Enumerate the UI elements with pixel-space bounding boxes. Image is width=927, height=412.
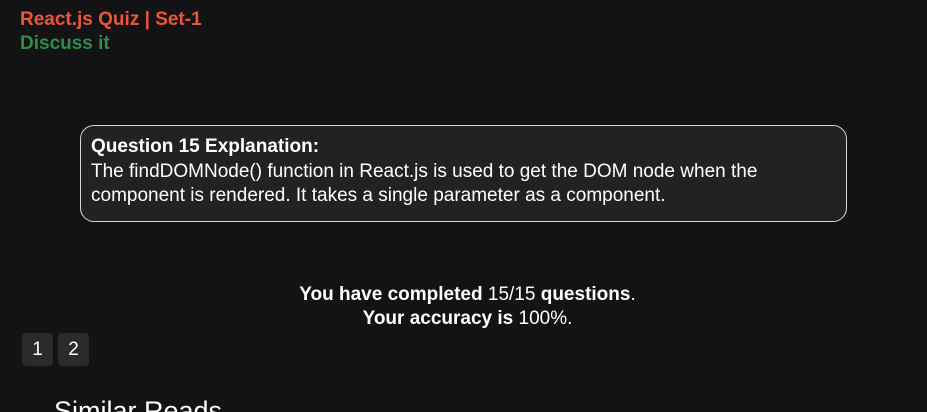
page-button-2[interactable]: 2 bbox=[58, 333, 89, 366]
discuss-link[interactable]: Discuss it bbox=[20, 33, 110, 55]
completion-count: 15/15 bbox=[487, 284, 536, 305]
completion-period: . bbox=[630, 284, 636, 305]
completion-line: You have completed 15/15 questions. bbox=[0, 283, 927, 307]
accuracy-prefix: Your accuracy is bbox=[362, 308, 514, 329]
accuracy-value: 100% bbox=[518, 308, 568, 329]
explanation-heading: Question 15 Explanation: bbox=[91, 136, 320, 157]
accuracy-period: . bbox=[567, 308, 573, 329]
completion-suffix: questions bbox=[540, 284, 631, 305]
completion-prefix: You have completed bbox=[299, 284, 483, 305]
quiz-result-page: React.js Quiz | Set-1 Discuss it Questio… bbox=[0, 0, 927, 412]
similar-reads-heading: Similar Reads bbox=[54, 396, 223, 412]
page-button-1[interactable]: 1 bbox=[22, 333, 53, 366]
explanation-text: The findDOMNode() function in React.js i… bbox=[91, 161, 758, 206]
pagination: 1 2 bbox=[22, 333, 89, 366]
accuracy-line: Your accuracy is 100%. bbox=[0, 307, 927, 331]
explanation-box: Question 15 Explanation: The findDOMNode… bbox=[80, 125, 847, 222]
quiz-title: React.js Quiz | Set-1 bbox=[20, 9, 202, 30]
quiz-result: You have completed 15/15 questions. Your… bbox=[0, 283, 927, 331]
